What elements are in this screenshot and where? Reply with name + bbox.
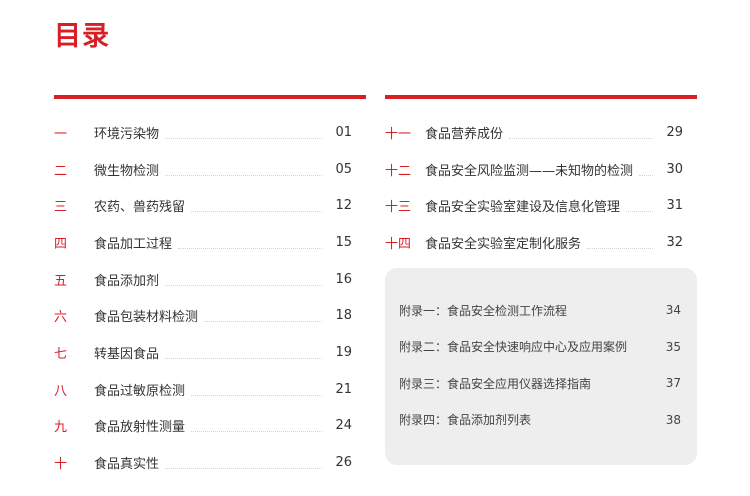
entry-page-number: 38	[665, 412, 681, 427]
toc-entry[interactable]: 附录一：食品安全检测工作流程 34	[399, 292, 681, 329]
entry-number: 一	[54, 126, 68, 142]
toc-entry[interactable]: 十二 食品安全风险监测——未知物的检测 30	[385, 151, 683, 188]
entry-number: 十四	[385, 236, 412, 252]
entry-label: 微生物检测	[94, 159, 166, 179]
entry-page-number: 18	[335, 308, 352, 324]
entry-number: 三	[54, 200, 68, 216]
dot-leader	[165, 468, 322, 470]
entry-label: 转基因食品	[94, 342, 166, 362]
entry-number: 八	[54, 383, 68, 399]
dot-leader	[178, 247, 322, 249]
entry-label: 环境污染物	[94, 122, 166, 142]
toc-entry[interactable]: 三 农药、兽药残留 12	[54, 187, 352, 224]
entry-number: 十	[54, 457, 68, 473]
entry-page-number: 05	[335, 161, 352, 177]
entry-number: 十三	[385, 200, 412, 216]
entry-label: 附录一：食品安全检测工作流程	[399, 303, 568, 318]
toc-entry[interactable]: 八 食品过敏原检测 21	[54, 371, 352, 408]
dot-leader	[191, 211, 322, 213]
entry-page-number: 31	[666, 198, 683, 214]
entry-label: 食品安全实验室定制化服务	[425, 232, 588, 252]
entry-page-number: 37	[665, 376, 681, 391]
dot-leader	[191, 394, 322, 396]
toc-entry[interactable]: 四 食品加工过程 15	[54, 224, 352, 261]
entry-page-number: 32	[666, 234, 683, 250]
entry-label: 农药、兽药残留	[94, 196, 192, 216]
entry-page-number: 34	[665, 303, 681, 318]
dot-leader	[639, 174, 653, 176]
entry-page-number: 35	[665, 339, 681, 354]
toc-entry[interactable]: 十 食品真实性 26	[54, 444, 352, 481]
toc-entry[interactable]: 十三 食品安全实验室建设及信息化管理 31	[385, 187, 683, 224]
entry-label: 食品安全实验室建设及信息化管理	[425, 196, 627, 216]
toc-entry[interactable]: 六 食品包装材料检测 18	[54, 297, 352, 334]
toc-entry[interactable]: 二 微生物检测 05	[54, 151, 352, 188]
toc-entry[interactable]: 七 转基因食品 19	[54, 334, 352, 371]
entry-page-number: 16	[335, 271, 352, 287]
entry-number: 六	[54, 310, 68, 326]
entry-page-number: 29	[666, 124, 683, 140]
entry-label: 附录三：食品安全应用仪器选择指南	[399, 376, 592, 391]
entry-number: 五	[54, 273, 68, 289]
entry-label: 食品添加剂	[94, 269, 166, 289]
dot-leader	[204, 321, 322, 323]
page-title: 目录	[54, 21, 110, 52]
entry-page-number: 30	[666, 161, 683, 177]
toc-page: 目录 一环境污染物 01 二微生物检测 05 三农药、兽药残留 12 四食品加工过程 15 五食…	[0, 0, 750, 496]
dot-leader	[165, 174, 322, 176]
toc-left-column: 一 环境污染物 01 二 微生物检测 05 三 农药、兽药残留 12 四 食品加工过程 15 五 食品添加…	[54, 114, 352, 481]
entry-page-number: 12	[335, 198, 352, 214]
entry-page-number: 21	[335, 381, 352, 397]
entry-page-number: 26	[335, 455, 352, 471]
toc-entry[interactable]: 一 环境污染物 01	[54, 114, 352, 151]
dot-leader	[191, 431, 322, 433]
entry-label: 食品真实性	[94, 453, 166, 473]
entry-number: 二	[54, 163, 68, 179]
entry-label: 食品安全风险监测——未知物的检测	[425, 159, 640, 179]
toc-entry[interactable]: 十一 食品营养成份 29	[385, 114, 683, 151]
dot-leader	[165, 357, 322, 359]
entry-number: 十二	[385, 163, 412, 179]
entry-label: 附录四：食品添加剂列表	[399, 413, 532, 428]
toc-entry[interactable]: 附录四：食品添加剂列表 38	[399, 402, 681, 439]
entry-label: 食品营养成份	[425, 122, 510, 142]
right-divider	[385, 95, 697, 99]
toc-entry[interactable]: 五 食品添加剂 16	[54, 261, 352, 298]
dot-leader	[165, 284, 322, 286]
left-divider	[54, 95, 366, 99]
appendix-panel: 附录一：食品安全检测工作流程 34 附录二：食品安全快速响应中心及应用案例 35 附录三…	[385, 268, 697, 465]
dot-leader	[587, 247, 653, 249]
toc-entry[interactable]: 附录三：食品安全应用仪器选择指南 37	[399, 365, 681, 402]
toc-entry[interactable]: 附录二：食品安全快速响应中心及应用案例 35	[399, 329, 681, 366]
toc-right-column: 十一 食品营养成份 29 十二 食品安全风险监测——未知物的检测 30 十三 食品安全实验室建…	[385, 114, 683, 261]
entry-number: 九	[54, 420, 68, 436]
entry-label: 食品包装材料检测	[94, 306, 205, 326]
entry-number: 十一	[385, 126, 412, 142]
entry-page-number: 24	[335, 418, 352, 434]
entry-number: 四	[54, 236, 68, 252]
entry-label: 附录二：食品安全快速响应中心及应用案例	[399, 340, 628, 355]
entry-page-number: 15	[335, 234, 352, 250]
dot-leader	[509, 137, 653, 139]
dot-leader	[165, 137, 322, 139]
entry-number: 七	[54, 346, 68, 362]
entry-label: 食品过敏原检测	[94, 379, 192, 399]
entry-page-number: 19	[335, 344, 352, 360]
toc-entry[interactable]: 九 食品放射性测量 24	[54, 408, 352, 445]
entry-label: 食品加工过程	[94, 232, 179, 252]
toc-entry[interactable]: 十四 食品安全实验室定制化服务 32	[385, 224, 683, 261]
entry-page-number: 01	[335, 124, 352, 140]
dot-leader	[626, 211, 653, 213]
entry-label: 食品放射性测量	[94, 416, 192, 436]
